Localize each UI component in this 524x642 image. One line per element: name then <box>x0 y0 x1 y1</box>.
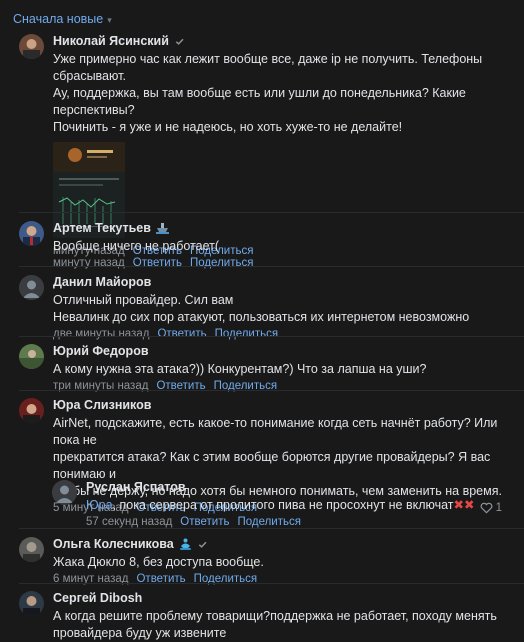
author-name[interactable]: Руслан Яспатов <box>86 480 186 494</box>
share-button[interactable]: Поделиться <box>215 328 279 340</box>
comment-text: Жака Дюкло 8, без доступа вообще. <box>53 555 264 569</box>
avatar[interactable] <box>19 221 44 246</box>
share-button[interactable]: Поделиться <box>190 257 254 269</box>
author-name[interactable]: Ольга Колесникова <box>53 537 174 551</box>
comment-text: Вообще ничего не работает( <box>53 239 220 253</box>
author-name[interactable]: Юрий Федоров <box>53 344 149 358</box>
comment-text: Отличный провайдер. Сил вам Невалинк до … <box>53 293 470 324</box>
cross-mark-emoji: ✖✖ <box>453 498 475 512</box>
timestamp: 57 секунд назад <box>86 516 173 528</box>
reply-button[interactable]: Ответить <box>180 516 229 528</box>
author-name[interactable]: Данил Майоров <box>53 275 151 289</box>
divider <box>19 390 524 391</box>
avatar[interactable] <box>19 398 44 423</box>
divider <box>19 336 524 337</box>
mention-link[interactable]: Юра <box>86 498 113 512</box>
avatar[interactable] <box>19 344 44 369</box>
avatar[interactable] <box>19 275 44 300</box>
reply-button[interactable]: Ответить <box>157 328 206 340</box>
author-name[interactable]: Николай Ясинский <box>53 34 169 48</box>
comment-meta: минуту назад Ответить Поделиться <box>53 255 516 271</box>
sort-label: Сначала новые <box>13 12 104 26</box>
comment-text: Уже примерно час как лежит вообще все, д… <box>53 52 483 134</box>
comment-meta: две минуты назад Ответить Поделиться <box>53 326 516 342</box>
meditation-emoji-icon <box>179 538 192 550</box>
author-name[interactable]: Юра Слизников <box>53 398 151 412</box>
verified-check-icon <box>174 36 185 47</box>
comment-text: А кому нужна эта атака?)) Конкурентам?) … <box>53 362 427 376</box>
sort-dropdown[interactable]: Сначала новые ▾ <box>13 12 112 26</box>
author-name[interactable]: Артем Текутьев <box>53 221 151 235</box>
timestamp: две минуты назад <box>53 328 150 340</box>
divider <box>19 266 524 267</box>
comment-text: А когда решите проблему товарищи?поддерж… <box>53 609 497 640</box>
timestamp: минуту назад <box>53 257 125 269</box>
chevron-down-icon: ▾ <box>107 14 112 25</box>
avatar[interactable] <box>19 537 44 562</box>
divider <box>19 583 524 584</box>
comment-meta: 6 минут назад Ответить Поделиться <box>53 571 516 587</box>
avatar[interactable] <box>19 591 44 616</box>
verified-check-icon <box>197 539 208 550</box>
share-button[interactable]: Поделиться <box>237 516 301 528</box>
divider <box>19 528 524 529</box>
author-name[interactable]: Сергей Dibosh <box>53 591 142 605</box>
reply-button[interactable]: Ответить <box>133 257 182 269</box>
ship-emoji-icon <box>155 222 169 234</box>
divider <box>19 212 524 213</box>
comment-text: Юра, пока сервера от пролитого пива не п… <box>86 498 475 512</box>
avatar[interactable] <box>19 34 44 59</box>
avatar[interactable] <box>52 480 77 505</box>
comment-meta: три минуты назад Ответить Поделиться <box>53 378 516 394</box>
